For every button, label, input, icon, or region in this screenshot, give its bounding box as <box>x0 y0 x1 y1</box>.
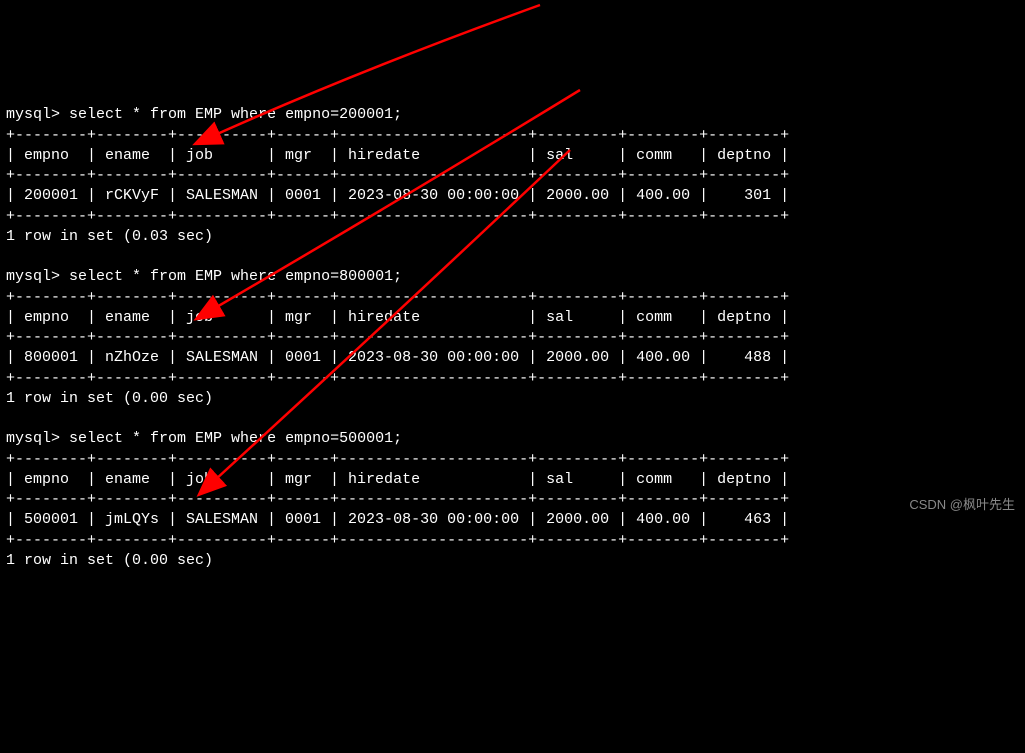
result-summary: 1 row in set (0.00 sec) <box>6 390 213 407</box>
table-border: +--------+--------+----------+------+---… <box>6 208 789 225</box>
sql-query: select * from EMP where empno=800001; <box>69 268 402 285</box>
table-border: +--------+--------+----------+------+---… <box>6 167 789 184</box>
table-border: +--------+--------+----------+------+---… <box>6 370 789 387</box>
table-border: +--------+--------+----------+------+---… <box>6 289 789 306</box>
table-row: | 800001 | nZhOze | SALESMAN | 0001 | 20… <box>6 349 789 366</box>
table-border: +--------+--------+----------+------+---… <box>6 491 789 508</box>
table-header: | empno | ename | job | mgr | hiredate |… <box>6 471 789 488</box>
table-border: +--------+--------+----------+------+---… <box>6 127 789 144</box>
result-summary: 1 row in set (0.00 sec) <box>6 552 213 569</box>
terminal-output: mysql> select * from EMP where empno=200… <box>6 85 1019 571</box>
prompt: mysql> <box>6 106 60 123</box>
table-header: | empno | ename | job | mgr | hiredate |… <box>6 309 789 326</box>
prompt: mysql> <box>6 268 60 285</box>
table-row: | 200001 | rCKVyF | SALESMAN | 0001 | 20… <box>6 187 789 204</box>
sql-query: select * from EMP where empno=500001; <box>69 430 402 447</box>
result-summary: 1 row in set (0.03 sec) <box>6 228 213 245</box>
table-border: +--------+--------+----------+------+---… <box>6 532 789 549</box>
table-border: +--------+--------+----------+------+---… <box>6 451 789 468</box>
table-header: | empno | ename | job | mgr | hiredate |… <box>6 147 789 164</box>
watermark-text: CSDN @枫叶先生 <box>909 496 1015 514</box>
prompt: mysql> <box>6 430 60 447</box>
sql-query: select * from EMP where empno=200001; <box>69 106 402 123</box>
table-border: +--------+--------+----------+------+---… <box>6 329 789 346</box>
